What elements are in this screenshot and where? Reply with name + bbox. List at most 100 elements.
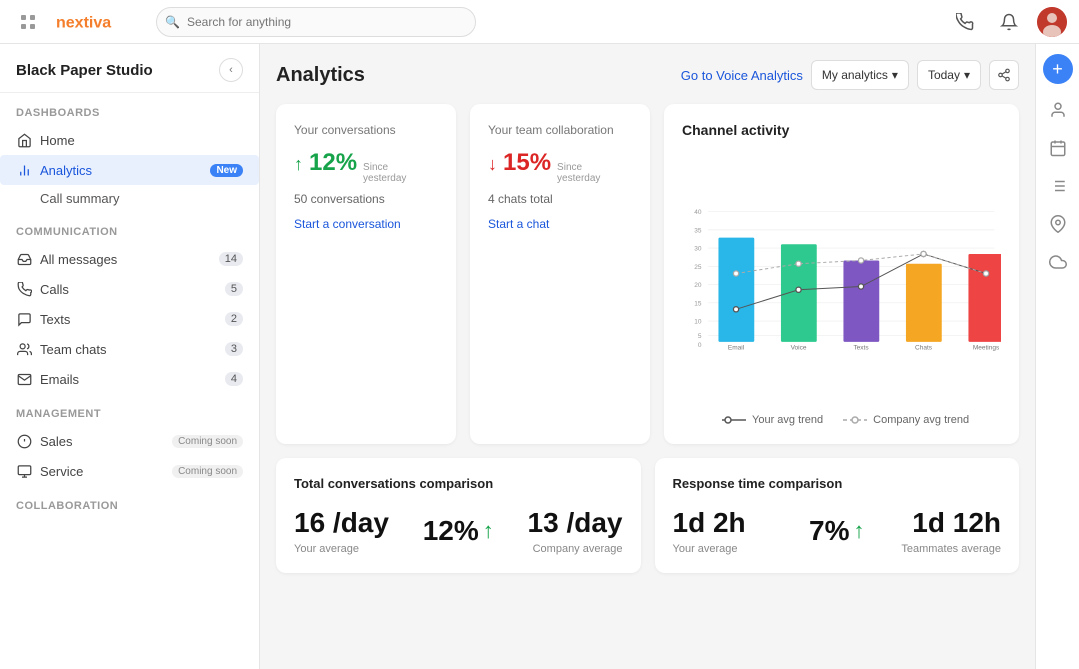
right-user-icon[interactable] <box>1042 94 1074 126</box>
svg-text:0: 0 <box>698 342 702 349</box>
your-trend-legend: Your avg trend <box>722 414 823 426</box>
sidebar-item-emails[interactable]: Emails 4 <box>0 364 259 394</box>
collaboration-percent: 15% <box>503 149 551 177</box>
right-list-icon[interactable] <box>1042 170 1074 202</box>
svg-text:15: 15 <box>694 300 702 307</box>
calls-icon <box>16 281 32 297</box>
section-label-communication: Communication <box>0 212 259 244</box>
chevron-down-icon: ▾ <box>892 68 898 82</box>
svg-text:35: 35 <box>694 227 702 234</box>
conversations-card: Your conversations ↑ 12% Since yesterday… <box>276 104 456 444</box>
total-conversations-title: Total conversations comparison <box>294 476 623 491</box>
collaboration-card-title: Your team collaboration <box>488 122 632 139</box>
conversations-sub: 50 conversations <box>294 192 438 206</box>
chart-legend: Your avg trend Company avg trend <box>682 414 1001 426</box>
content-header: Analytics Go to Voice Analytics My analy… <box>276 60 1019 90</box>
svg-text:5: 5 <box>698 333 702 340</box>
service-icon <box>16 463 32 479</box>
sidebar-item-home[interactable]: Home <box>0 125 259 155</box>
top-nav: nextiva 🔍 <box>0 0 1079 44</box>
phone-icon-btn[interactable] <box>949 6 981 38</box>
sidebar-item-home-label: Home <box>40 133 243 148</box>
main-content: Analytics Go to Voice Analytics My analy… <box>260 44 1035 669</box>
response-time-title: Response time comparison <box>673 476 1002 491</box>
conversations-card-title: Your conversations <box>294 122 438 139</box>
collaboration-since: Since <box>557 162 600 173</box>
channel-activity-card: Channel activity 40 35 <box>664 104 1019 444</box>
team-chats-badge: 3 <box>225 342 243 356</box>
texts-icon <box>16 311 32 327</box>
sidebar-sub-call-summary[interactable]: Call summary <box>0 185 259 212</box>
right-calendar-icon[interactable] <box>1042 132 1074 164</box>
channel-activity-title: Channel activity <box>682 122 1001 138</box>
right-pin-icon[interactable] <box>1042 208 1074 240</box>
response-your-avg-label: Your average <box>673 543 787 555</box>
sidebar-item-calls[interactable]: Calls 5 <box>0 274 259 304</box>
svg-text:20: 20 <box>694 282 702 289</box>
add-button[interactable]: + <box>1043 54 1073 84</box>
section-label-dashboards: Dashboards <box>0 93 259 125</box>
sidebar-item-all-messages[interactable]: All messages 14 <box>0 244 259 274</box>
svg-text:Email: Email <box>728 345 745 352</box>
right-sidebar: + <box>1035 44 1079 669</box>
total-company-avg-label: Company average <box>508 543 622 555</box>
svg-text:Meetings: Meetings <box>973 345 1000 352</box>
sales-icon <box>16 433 32 449</box>
search-container: 🔍 <box>156 7 476 37</box>
sidebar-item-texts[interactable]: Texts 2 <box>0 304 259 334</box>
svg-text:30: 30 <box>694 246 702 253</box>
sidebar-emails-label: Emails <box>40 372 217 387</box>
brand-logo: nextiva <box>56 11 136 33</box>
share-btn[interactable] <box>989 60 1019 90</box>
your-trend-label: Your avg trend <box>752 414 823 426</box>
sidebar-company-name: Black Paper Studio <box>16 62 153 79</box>
response-time-card: Response time comparison 1d 2h Your aver… <box>655 458 1020 573</box>
sidebar-sales-label: Sales <box>40 434 160 449</box>
sales-coming-soon-badge: Coming soon <box>172 435 243 448</box>
collaboration-card: Your team collaboration ↓ 15% Since yest… <box>470 104 650 444</box>
company-trend-label: Company avg trend <box>873 414 969 426</box>
notification-icon-btn[interactable] <box>993 6 1025 38</box>
total-company-avg: 13 /day <box>508 507 622 539</box>
avatar[interactable] <box>1037 7 1067 37</box>
sidebar-texts-label: Texts <box>40 312 217 327</box>
voice-analytics-link[interactable]: Go to Voice Analytics <box>681 68 803 83</box>
bottom-cards: Total conversations comparison 16 /day Y… <box>276 458 1019 573</box>
home-icon <box>16 132 32 148</box>
response-teammates-avg: 1d 12h <box>887 507 1001 539</box>
calls-badge: 5 <box>225 282 243 296</box>
response-comparison-percent: 7% <box>809 515 849 547</box>
section-label-collaboration: Collaboration <box>0 486 259 518</box>
sidebar-collapse-btn[interactable]: ‹ <box>219 58 243 82</box>
grid-menu-icon[interactable] <box>12 6 44 38</box>
texts-badge: 2 <box>225 312 243 326</box>
analytics-icon <box>16 162 32 178</box>
svg-text:40: 40 <box>694 209 702 216</box>
today-btn[interactable]: Today ▾ <box>917 60 981 90</box>
section-label-management: Management <box>0 394 259 426</box>
sidebar-item-analytics[interactable]: Analytics New <box>0 155 259 185</box>
sidebar-item-sales[interactable]: Sales Coming soon <box>0 426 259 456</box>
emails-badge: 4 <box>225 372 243 386</box>
conversations-percent: 12% <box>309 149 357 177</box>
page-title: Analytics <box>276 64 681 87</box>
response-your-avg: 1d 2h <box>673 507 787 539</box>
sidebar-item-service[interactable]: Service Coming soon <box>0 456 259 486</box>
right-cloud-icon[interactable] <box>1042 246 1074 278</box>
all-messages-badge: 14 <box>219 252 243 266</box>
sidebar: Black Paper Studio ‹ Dashboards Home Ana… <box>0 44 260 669</box>
sidebar-service-label: Service <box>40 464 160 479</box>
svg-text:10: 10 <box>694 319 702 326</box>
team-chats-icon <box>16 341 32 357</box>
search-input[interactable] <box>156 7 476 37</box>
total-your-avg: 16 /day <box>294 507 408 539</box>
start-chat-link[interactable]: Start a chat <box>488 217 549 231</box>
emails-icon <box>16 371 32 387</box>
start-conversation-link[interactable]: Start a conversation <box>294 217 401 231</box>
svg-text:Chats: Chats <box>915 345 933 352</box>
total-comparison-percent: 12% <box>423 515 479 547</box>
svg-text:nextiva: nextiva <box>56 14 111 31</box>
sidebar-item-team-chats[interactable]: Team chats 3 <box>0 334 259 364</box>
header-actions: Go to Voice Analytics My analytics ▾ Tod… <box>681 60 1019 90</box>
my-analytics-btn[interactable]: My analytics ▾ <box>811 60 909 90</box>
